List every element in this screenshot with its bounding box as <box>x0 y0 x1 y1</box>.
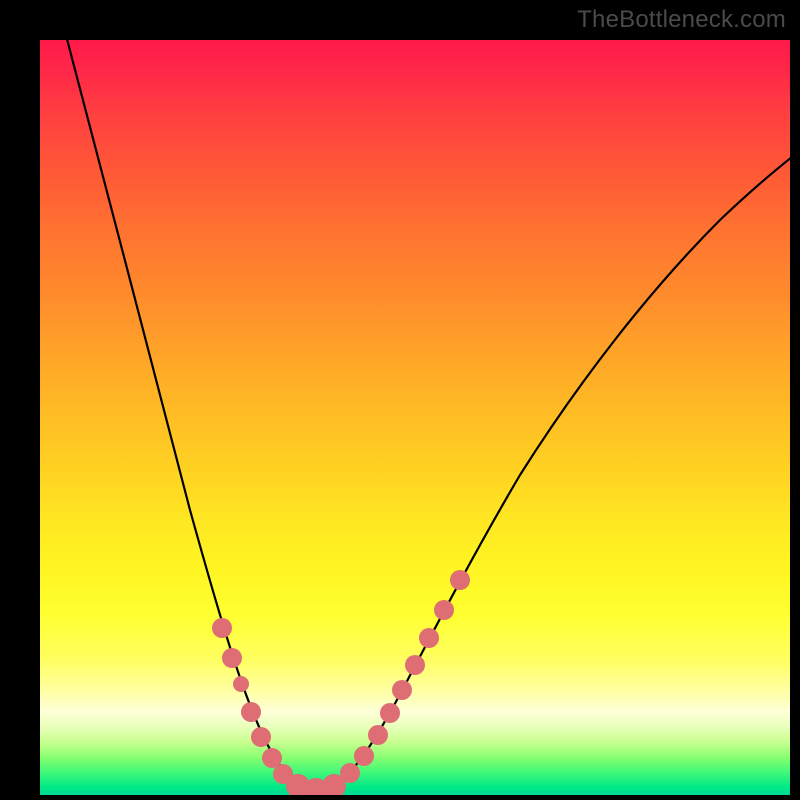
marker-dot <box>233 676 249 692</box>
marker-dots <box>212 570 470 795</box>
curve-layer <box>40 40 790 795</box>
marker-dot <box>241 702 261 722</box>
marker-dot <box>392 680 412 700</box>
marker-dot <box>222 648 242 668</box>
marker-dot <box>368 725 388 745</box>
marker-dot <box>251 727 271 747</box>
marker-dot <box>354 746 374 766</box>
marker-dot <box>405 655 425 675</box>
marker-dot <box>450 570 470 590</box>
bottleneck-curve <box>62 40 790 790</box>
marker-dot <box>434 600 454 620</box>
watermark-text: TheBottleneck.com <box>577 6 786 34</box>
marker-dot <box>380 703 400 723</box>
marker-dot <box>419 628 439 648</box>
marker-dot <box>340 763 360 783</box>
plot-area <box>40 40 790 795</box>
marker-dot <box>212 618 232 638</box>
